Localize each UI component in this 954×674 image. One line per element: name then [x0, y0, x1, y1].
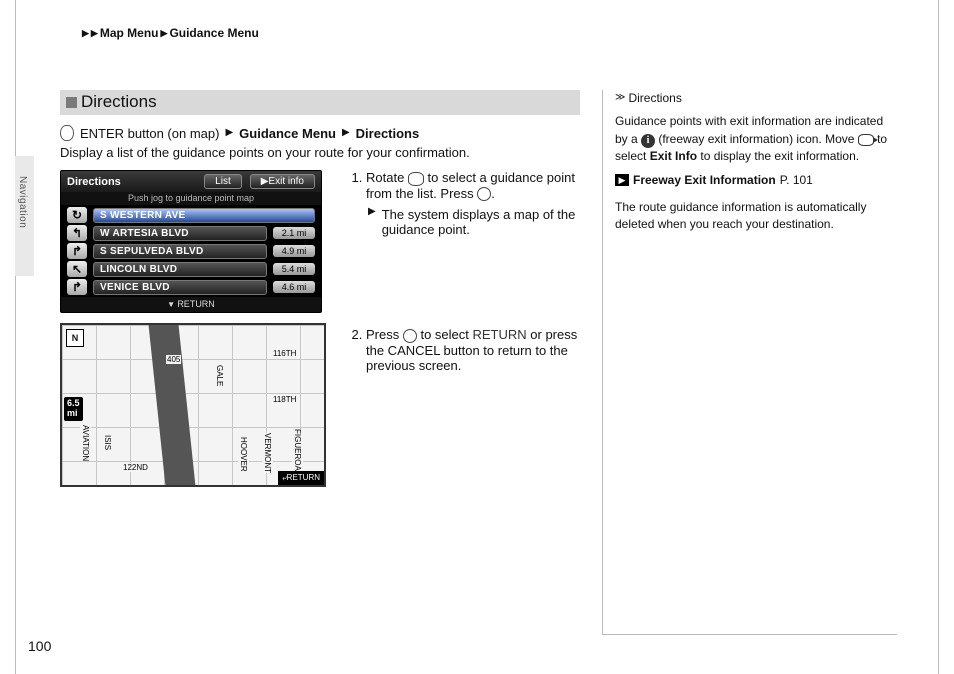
ref-page: P. 101 — [780, 172, 813, 189]
turn-arrow-icon: ↖ — [67, 261, 87, 277]
step-2: Press to select RETURN or press the CANC… — [366, 327, 580, 373]
rotate-icon — [408, 172, 424, 186]
list-item-distance: 4.6 mi — [273, 281, 315, 293]
map-label: 122ND — [122, 463, 149, 472]
ss-subline: Push jog to guidance point map — [61, 192, 321, 205]
section-header: Directions — [60, 90, 580, 115]
map-label: GALE — [214, 365, 225, 386]
map-screenshot: N 6.5mi 116TH 118TH 122ND 405 ISIS AVIAT… — [60, 323, 326, 487]
list-item-name: VENICE BLVD — [93, 280, 267, 295]
tri-icon: ▶ — [161, 29, 168, 38]
page-number: 100 — [28, 638, 51, 654]
tri-icon: ▶ — [82, 29, 89, 38]
map-distance: 6.5mi — [64, 397, 83, 421]
map-label: HOOVER — [238, 437, 249, 472]
enter-icon — [60, 125, 74, 141]
list-item[interactable]: ↱ S SEPULVEDA BLVD 4.9 mi — [67, 243, 315, 259]
map-label: FIGUEROA — [292, 429, 303, 471]
tri-icon: ▶ — [368, 207, 376, 237]
ss-exit-button[interactable]: ▶Exit info — [250, 174, 315, 189]
map-return[interactable]: ⤶RETURN — [278, 471, 324, 485]
list-item-name: S WESTERN AVE — [93, 208, 315, 223]
list-item[interactable]: ↱ VENICE BLVD 4.6 mi — [67, 279, 315, 295]
list-item-distance: 2.1 mi — [273, 227, 315, 239]
map-label: ISIS — [102, 435, 113, 450]
map-label: VERMONT — [262, 433, 273, 473]
sidebar-p2: The route guidance information is automa… — [615, 199, 897, 234]
directions-screenshot: Directions List ▶Exit info Push jog to g… — [60, 170, 322, 313]
path-enter: ENTER button (on map) — [80, 126, 219, 141]
step-1-sub: The system displays a map of the guidanc… — [382, 207, 580, 237]
map-label: 116TH — [272, 349, 297, 358]
list-item-distance: 5.4 mi — [273, 263, 315, 275]
step-1: Rotate to select a guidance point from t… — [366, 170, 580, 237]
turn-arrow-icon: ↰ — [67, 225, 87, 241]
press-icon — [403, 329, 417, 343]
map-label: AVIATION — [80, 425, 91, 461]
info-icon: i — [641, 134, 655, 148]
list-item-name: S SEPULVEDA BLVD — [93, 244, 267, 259]
steps: Rotate to select a guidance point from t… — [342, 170, 580, 487]
section-title: Directions — [81, 92, 157, 112]
side-tab: Navigation — [15, 156, 34, 276]
ss-return[interactable]: RETURN — [61, 297, 321, 312]
list-item-name: LINCOLN BLVD — [93, 262, 267, 277]
sidebar-p1: Guidance points with exit information ar… — [615, 113, 897, 165]
nav-path: ENTER button (on map) ▶ Guidance Menu ▶ … — [60, 125, 580, 141]
compass-icon: N — [66, 329, 84, 347]
turn-arrow-icon: ↱ — [67, 243, 87, 259]
list-item-distance: 4.9 mi — [273, 245, 315, 257]
press-icon — [477, 187, 491, 201]
breadcrumb-l1: Map Menu — [100, 26, 159, 40]
side-tab-label: Navigation — [17, 176, 28, 228]
sidebar-header: ≫ Directions — [615, 90, 897, 107]
tri-icon: ▶ — [91, 29, 98, 38]
ss-title: Directions — [67, 176, 121, 188]
ss-list-button[interactable]: List — [204, 174, 242, 189]
move-right-icon — [858, 134, 874, 146]
map-label: 118TH — [272, 395, 297, 404]
path-guidance: Guidance Menu — [239, 126, 336, 141]
list-item-name: W ARTESIA BLVD — [93, 226, 267, 241]
sidebar-title: Directions — [628, 90, 681, 107]
list-item[interactable]: ↖ LINCOLN BLVD 5.4 mi — [67, 261, 315, 277]
section-desc: Display a list of the guidance points on… — [60, 145, 580, 160]
path-directions: Directions — [356, 126, 420, 141]
sidebar-ref: ▶ Freeway Exit Information P. 101 — [615, 172, 897, 189]
square-icon — [66, 97, 77, 108]
list-item[interactable]: ↻ S WESTERN AVE — [67, 207, 315, 223]
ref-icon: ▶ — [615, 174, 629, 186]
tri-icon: ▶ — [342, 128, 350, 138]
ref-label: Freeway Exit Information — [633, 172, 776, 189]
sidebar-column: ≫ Directions Guidance points with exit i… — [602, 90, 897, 635]
list-item[interactable]: ↰ W ARTESIA BLVD 2.1 mi — [67, 225, 315, 241]
breadcrumb: ▶ ▶ Map Menu ▶ Guidance Menu — [82, 26, 259, 40]
breadcrumb-l2: Guidance Menu — [169, 26, 258, 40]
double-tri-icon: ≫ — [615, 91, 621, 106]
turn-arrow-icon: ↻ — [67, 207, 87, 223]
turn-arrow-icon: ↱ — [67, 279, 87, 295]
tri-icon: ▶ — [225, 128, 233, 138]
map-hwy-label: 405 — [166, 355, 181, 364]
